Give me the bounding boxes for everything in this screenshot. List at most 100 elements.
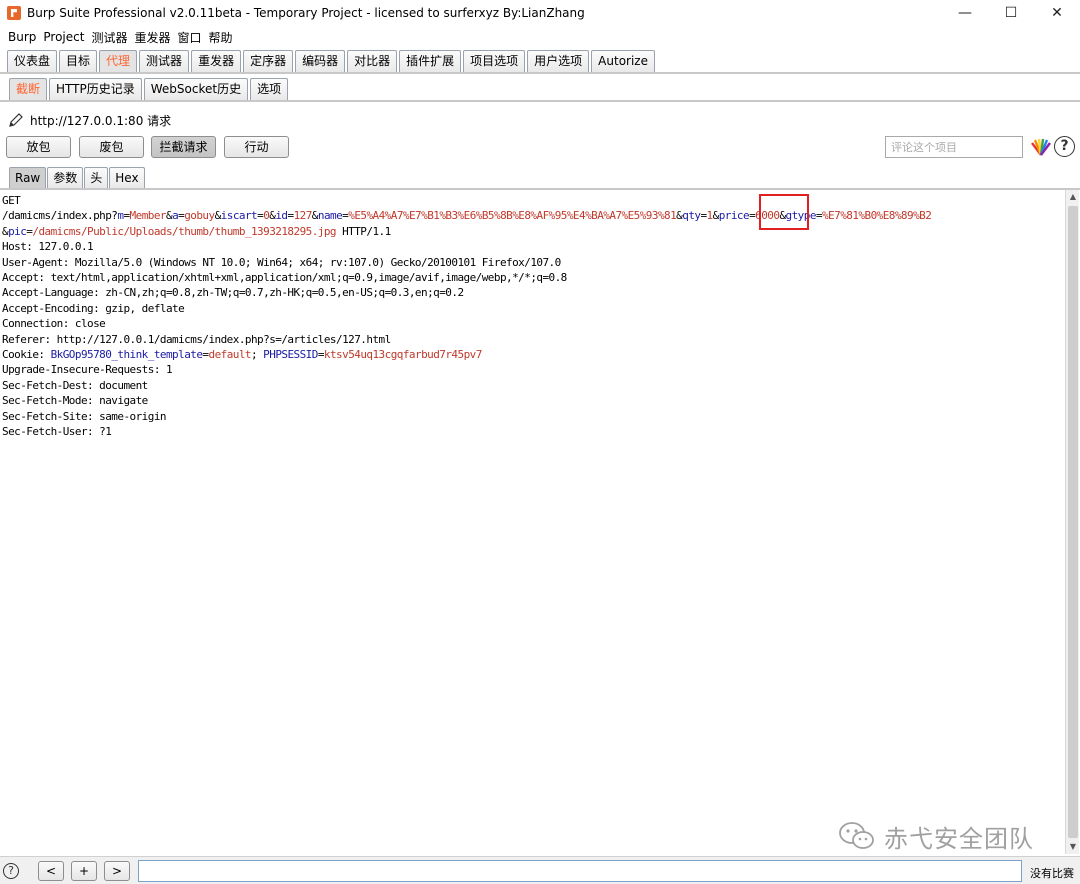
tab-hex[interactable]: Hex	[109, 167, 145, 188]
header-line: Referer: http://127.0.0.1/damicms/index.…	[2, 332, 391, 346]
tab-http-history[interactable]: HTTP历史记录	[49, 78, 142, 100]
tab-intruder[interactable]: 测试器	[139, 50, 190, 72]
menu-bar: Burp Project 测试器 重发器 窗口 帮助	[0, 27, 1080, 47]
tab-raw[interactable]: Raw	[9, 167, 47, 188]
request-line[interactable]: Connection: close	[2, 316, 1064, 331]
request-line[interactable]: User-Agent: Mozilla/5.0 (Windows NT 10.0…	[2, 255, 1064, 270]
request-line[interactable]: Sec-Fetch-Site: same-origin	[2, 409, 1064, 424]
request-line[interactable]: Accept-Language: zh-CN,zh;q=0.8,zh-TW;q=…	[2, 285, 1064, 300]
menu-repeater[interactable]: 重发器	[134, 29, 170, 46]
tab-proxy-options[interactable]: 选项	[250, 78, 289, 100]
forward-button[interactable]: 放包	[6, 136, 71, 158]
tab-extender[interactable]: 插件扩展	[399, 50, 462, 72]
header-line: Sec-Fetch-User: ?1	[2, 425, 112, 439]
search-bar: ? < + > 没有比赛	[0, 856, 1080, 884]
request-path: /damicms/index.php?	[2, 209, 118, 223]
proxy-sub-tabs: 截断 HTTP历史记录 WebSocket历史 选项	[9, 78, 290, 100]
request-info: http://127.0.0.1:80 请求	[8, 110, 171, 130]
param-name: id	[275, 209, 288, 223]
tab-headers[interactable]: 头	[84, 167, 109, 188]
request-line[interactable]: Upgrade-Insecure-Requests: 1	[2, 362, 1064, 377]
request-line[interactable]: Sec-Fetch-Mode: navigate	[2, 393, 1064, 408]
param-name: qty	[682, 209, 701, 223]
watermark: 赤弋安全团队	[838, 818, 1034, 854]
menu-intruder[interactable]: 测试器	[91, 29, 127, 46]
intercept-toggle-button[interactable]: 拦截请求	[151, 136, 216, 158]
param-value: Member	[129, 209, 167, 223]
action-button[interactable]: 行动	[224, 136, 289, 158]
request-line[interactable]: Referer: http://127.0.0.1/damicms/index.…	[2, 332, 1064, 347]
help-icon[interactable]: ?	[1054, 136, 1075, 157]
next-match-button[interactable]: >	[104, 861, 130, 881]
header-line: Accept: text/html,application/xhtml+xml,…	[2, 271, 567, 285]
drop-button[interactable]: 废包	[79, 136, 144, 158]
highlight-color-icon[interactable]	[1030, 137, 1052, 157]
tab-autorize[interactable]: Autorize	[591, 50, 655, 72]
request-line[interactable]: Sec-Fetch-User: ?1	[2, 424, 1064, 439]
cookie-value: default	[208, 348, 252, 362]
param-value: %E5%A4%A7%E7%B1%B3%E6%B5%8B%E8%AF%95%E4%…	[348, 209, 677, 223]
header-line: Connection: close	[2, 317, 106, 331]
pencil-icon	[9, 113, 23, 127]
window-controls: — ☐ ✕	[942, 0, 1080, 26]
close-button[interactable]: ✕	[1034, 0, 1080, 26]
comment-input[interactable]	[885, 136, 1023, 158]
cookie-value: ktsv54uq13cgqfarbud7r45pv7	[323, 348, 482, 362]
request-line[interactable]: Accept-Encoding: gzip, deflate	[2, 301, 1064, 316]
tab-project-options[interactable]: 项目选项	[463, 50, 526, 72]
cookie-name: BkGOp95780_think_template	[50, 348, 203, 362]
header-line: Accept-Encoding: gzip, deflate	[2, 301, 185, 315]
header-line: Sec-Fetch-Mode: navigate	[2, 394, 148, 408]
tab-decoder[interactable]: 编码器	[295, 50, 346, 72]
param-name: price	[718, 209, 750, 223]
header-line: Accept-Language: zh-CN,zh;q=0.8,zh-TW;q=…	[2, 286, 464, 300]
menu-project[interactable]: Project	[43, 30, 84, 44]
tab-intercept[interactable]: 截断	[9, 78, 48, 100]
tab-comparer[interactable]: 对比器	[347, 50, 398, 72]
search-help-icon[interactable]: ?	[3, 863, 19, 879]
window-title: Burp Suite Professional v2.0.11beta - Te…	[27, 6, 585, 20]
request-line[interactable]: Host: 127.0.0.1	[2, 239, 1064, 254]
request-line[interactable]: /damicms/index.php?m=Member&a=gobuy&isca…	[2, 208, 1064, 223]
tab-repeater[interactable]: 重发器	[191, 50, 242, 72]
cookie-separator: ;	[251, 348, 264, 362]
param-value: /damicms/Public/Uploads/thumb/thumb_1393…	[32, 224, 337, 238]
param-value: gobuy	[184, 209, 215, 223]
add-search-button[interactable]: +	[71, 861, 97, 881]
request-line[interactable]: Sec-Fetch-Dest: document	[2, 378, 1064, 393]
menu-window[interactable]: 窗口	[177, 29, 201, 46]
request-line[interactable]: &pic=/damicms/Public/Uploads/thumb/thumb…	[2, 224, 1064, 239]
raw-request-text[interactable]: GET/damicms/index.php?m=Member&a=gobuy&i…	[0, 190, 1064, 440]
scroll-up-icon[interactable]: ▲	[1066, 190, 1080, 204]
header-line: Sec-Fetch-Dest: document	[2, 378, 148, 392]
request-line[interactable]: GET	[2, 193, 1064, 208]
tab-target[interactable]: 目标	[59, 50, 98, 72]
param-value: 127	[293, 209, 313, 223]
param-name: name	[317, 209, 343, 223]
sub-tab-divider	[0, 100, 1080, 102]
tab-dashboard[interactable]: 仪表盘	[7, 50, 58, 72]
main-tabs: 仪表盘 目标 代理 测试器 重发器 定序器 编码器 对比器 插件扩展 项目选项 …	[7, 50, 657, 72]
request-line[interactable]: Cookie: BkGOp95780_think_template=defaul…	[2, 347, 1064, 362]
request-editor[interactable]: GET/damicms/index.php?m=Member&a=gobuy&i…	[0, 190, 1064, 854]
maximize-button[interactable]: ☐	[988, 0, 1034, 26]
tab-sequencer[interactable]: 定序器	[243, 50, 294, 72]
http-protocol: HTTP/1.1	[336, 224, 391, 238]
search-input[interactable]	[138, 860, 1022, 882]
menu-help[interactable]: 帮助	[209, 29, 233, 46]
param-value: %E7%81%B0%E8%89%B2	[821, 209, 932, 223]
request-line[interactable]: Accept: text/html,application/xhtml+xml,…	[2, 270, 1064, 285]
previous-match-button[interactable]: <	[38, 861, 64, 881]
menu-burp[interactable]: Burp	[8, 30, 36, 44]
scroll-down-icon[interactable]: ▼	[1066, 840, 1080, 854]
message-view-tabs: Raw 参数 头 Hex	[9, 167, 146, 188]
editor-scrollbar[interactable]: ▲ ▼	[1065, 190, 1079, 854]
tab-proxy[interactable]: 代理	[99, 50, 138, 72]
tab-websocket-history[interactable]: WebSocket历史	[143, 78, 249, 100]
tab-params[interactable]: 参数	[47, 167, 84, 188]
minimize-button[interactable]: —	[942, 0, 988, 26]
cookie-label: Cookie:	[2, 348, 51, 362]
qty-highlight-box	[759, 194, 809, 230]
tab-user-options[interactable]: 用户选项	[527, 50, 590, 72]
scroll-thumb[interactable]	[1068, 206, 1078, 838]
